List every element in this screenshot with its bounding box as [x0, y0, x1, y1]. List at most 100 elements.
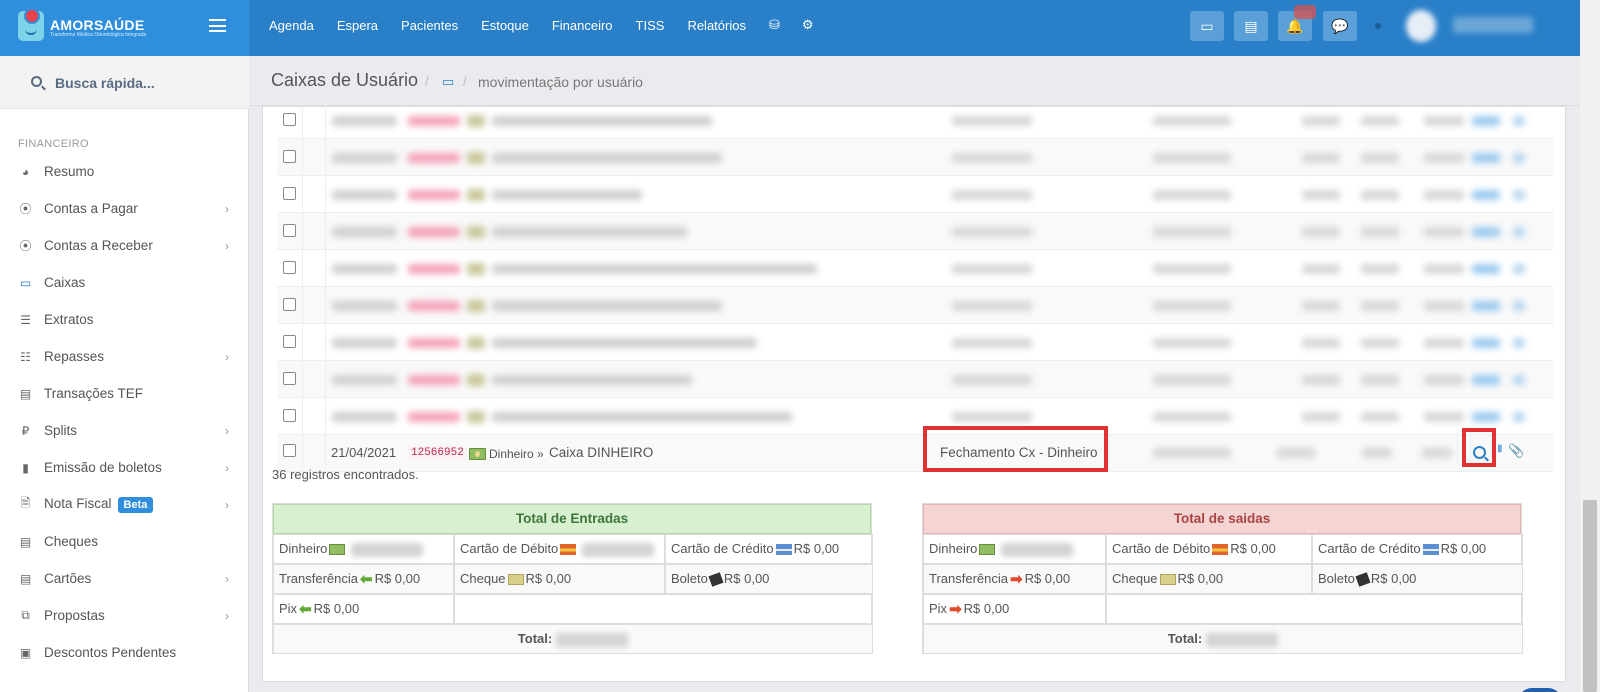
brand-name: AMORSAÚDE [50, 17, 145, 33]
saida-transferencia: Transferência ➡ R$ 0,00 [923, 564, 1106, 594]
money-icon [469, 448, 486, 460]
table-row [277, 102, 1553, 139]
chat-button[interactable]: 💬 [1323, 11, 1357, 41]
entrada-pix: Pix ⬅ R$ 0,00 [273, 594, 454, 624]
totals-saidas-title: Total de saidas [923, 504, 1521, 534]
sidebar-item-repasses[interactable]: ☷ Repasses › [0, 338, 249, 375]
sidebar-item-label: Extratos [44, 312, 94, 327]
list-button[interactable]: ▤ [1234, 11, 1268, 41]
arrow-up-circle-icon: ⦿ [19, 202, 32, 216]
database-icon[interactable]: ⛁ [769, 17, 780, 33]
sidebar-item-label: Nota Fiscal [44, 496, 112, 511]
sidebar-item-label: Propostas [44, 608, 105, 623]
totals-entradas-title: Total de Entradas [273, 504, 871, 534]
credit-card-icon [1422, 544, 1439, 556]
sidebar-item-emissao-de-boletos[interactable]: ▮ Emissão de boletos › [0, 449, 249, 486]
chat-widget[interactable] [1518, 688, 1562, 692]
row-checkbox[interactable] [283, 335, 296, 348]
chevron-right-icon: › [225, 608, 229, 623]
row-checkbox[interactable] [283, 187, 296, 200]
sidebar-menu: ◕ Resumo ⦿ Contas a Pagar › ⦿ Contas a R… [0, 153, 249, 671]
avatar[interactable] [1406, 10, 1436, 42]
totals-entradas: Total de Entradas Dinheiro Cartão de Déb… [272, 503, 873, 654]
table-row [277, 361, 1553, 398]
sidebar-item-nota-fiscal[interactable]: 🗎 Nota Fiscal Beta › [0, 486, 249, 523]
bell-icon: 🔔 [1286, 17, 1304, 34]
nav-agenda[interactable]: Agenda [269, 18, 314, 33]
search-input[interactable] [55, 73, 235, 93]
nav-relatorios[interactable]: Relatórios [687, 18, 746, 33]
sidebar-item-contas-a-receber[interactable]: ⦿ Contas a Receber › [0, 227, 249, 264]
page-title: Caixas de Usuário [271, 70, 419, 90]
row-checkbox[interactable] [283, 113, 296, 126]
row-checkbox[interactable] [283, 298, 296, 311]
inbox-icon: ▭ [1200, 17, 1214, 34]
nav-estoque[interactable]: Estoque [481, 18, 529, 33]
cheque-icon [507, 574, 524, 586]
sidebar-item-resumo[interactable]: ◕ Resumo [0, 153, 249, 190]
paperclip-icon[interactable]: 📎 [1508, 443, 1524, 459]
row-code[interactable]: 12566952 [408, 446, 467, 460]
sidebar-item-label: Contas a Pagar [44, 201, 138, 216]
sidebar-item-extratos[interactable]: ☰ Extratos [0, 301, 249, 338]
sitemap-icon: ☷ [20, 349, 31, 364]
menu-toggle-icon[interactable] [209, 19, 226, 32]
user-name-blurred[interactable] [1453, 17, 1533, 33]
entrada-total: Total: [273, 624, 873, 654]
cheque-icon [1159, 574, 1176, 586]
gear-icon[interactable]: ⚙ [802, 17, 814, 33]
table-row [277, 176, 1553, 213]
scrollbar-thumb[interactable] [1583, 500, 1597, 692]
sidebar-item-cheques[interactable]: ▤ Cheques [0, 523, 249, 560]
chevron-right-icon: › [225, 497, 229, 512]
sidebar-item-transacoes-tef[interactable]: ▤ Transações TEF [0, 375, 249, 412]
cheque-icon: ▤ [19, 534, 32, 549]
nav-tiss[interactable]: TISS [636, 18, 665, 33]
brand[interactable]: AMORSAÚDE Transforme Médica Odontológica… [0, 0, 249, 56]
row-payment-method: Dinheiro » [489, 447, 544, 461]
sidebar-item-cartoes[interactable]: ▤ Cartões › [0, 560, 249, 597]
row-checkbox[interactable] [283, 261, 296, 274]
logo-icon [18, 8, 44, 41]
search-icon [31, 76, 42, 87]
nav-espera[interactable]: Espera [337, 18, 378, 33]
sidebar-item-propostas[interactable]: ⧉ Propostas › [0, 597, 249, 634]
chevron-right-icon: › [225, 201, 229, 216]
entrada-dinheiro: Dinheiro [273, 534, 454, 564]
row-checkbox[interactable] [283, 150, 296, 163]
entrada-debito: Cartão de Débito [454, 534, 665, 564]
saida-pix: Pix ➡ R$ 0,00 [923, 594, 1106, 624]
sidebar-item-contas-a-pagar[interactable]: ⦿ Contas a Pagar › [0, 190, 249, 227]
saida-credito: Cartão de Crédito R$ 0,00 [1312, 534, 1523, 564]
entrada-transferencia: Transferência ⬅ R$ 0,00 [273, 564, 454, 594]
beta-badge: Beta [117, 497, 154, 513]
notifications-button[interactable]: 🔔 [1278, 5, 1316, 41]
row-checkbox[interactable] [283, 224, 296, 237]
sidebar-item-caixas[interactable]: ▭ Caixas [0, 264, 249, 301]
arrow-left-icon: ⬅ [299, 600, 312, 618]
nav-pacientes[interactable]: Pacientes [401, 18, 458, 33]
row-checkbox[interactable] [283, 409, 296, 422]
entrada-boleto: Boleto R$ 0,00 [665, 564, 873, 594]
ruble-icon: ₽ [21, 423, 30, 438]
row-checkbox[interactable] [283, 444, 296, 457]
arrow-down-circle-icon: ⦿ [19, 239, 32, 253]
sidebar-item-descontos-pendentes[interactable]: ▣ Descontos Pendentes [0, 634, 249, 671]
table-row [277, 139, 1553, 176]
sidebar-item-splits[interactable]: ₽ Splits › [0, 412, 249, 449]
edit-icon[interactable]: ▮ [1497, 443, 1503, 454]
row-checkbox[interactable] [283, 372, 296, 385]
nav-financeiro[interactable]: Financeiro [552, 18, 613, 33]
inbox-button[interactable]: ▭ [1190, 11, 1224, 41]
top-bar: AMORSAÚDE Transforme Médica Odontológica… [0, 0, 1600, 56]
records-count: 36 registros encontrados. [272, 467, 419, 482]
copy-icon: ⧉ [21, 608, 30, 622]
sidebar-item-label: Contas a Receber [44, 238, 153, 253]
inbox-icon[interactable]: ▭ [442, 74, 454, 90]
sidebar-item-label: Resumo [44, 164, 95, 179]
sidebar-item-label: Descontos Pendentes [44, 645, 177, 660]
chevron-right-icon: › [225, 460, 229, 475]
table-row [277, 250, 1553, 287]
table-row [277, 398, 1553, 435]
table-row [277, 324, 1553, 361]
